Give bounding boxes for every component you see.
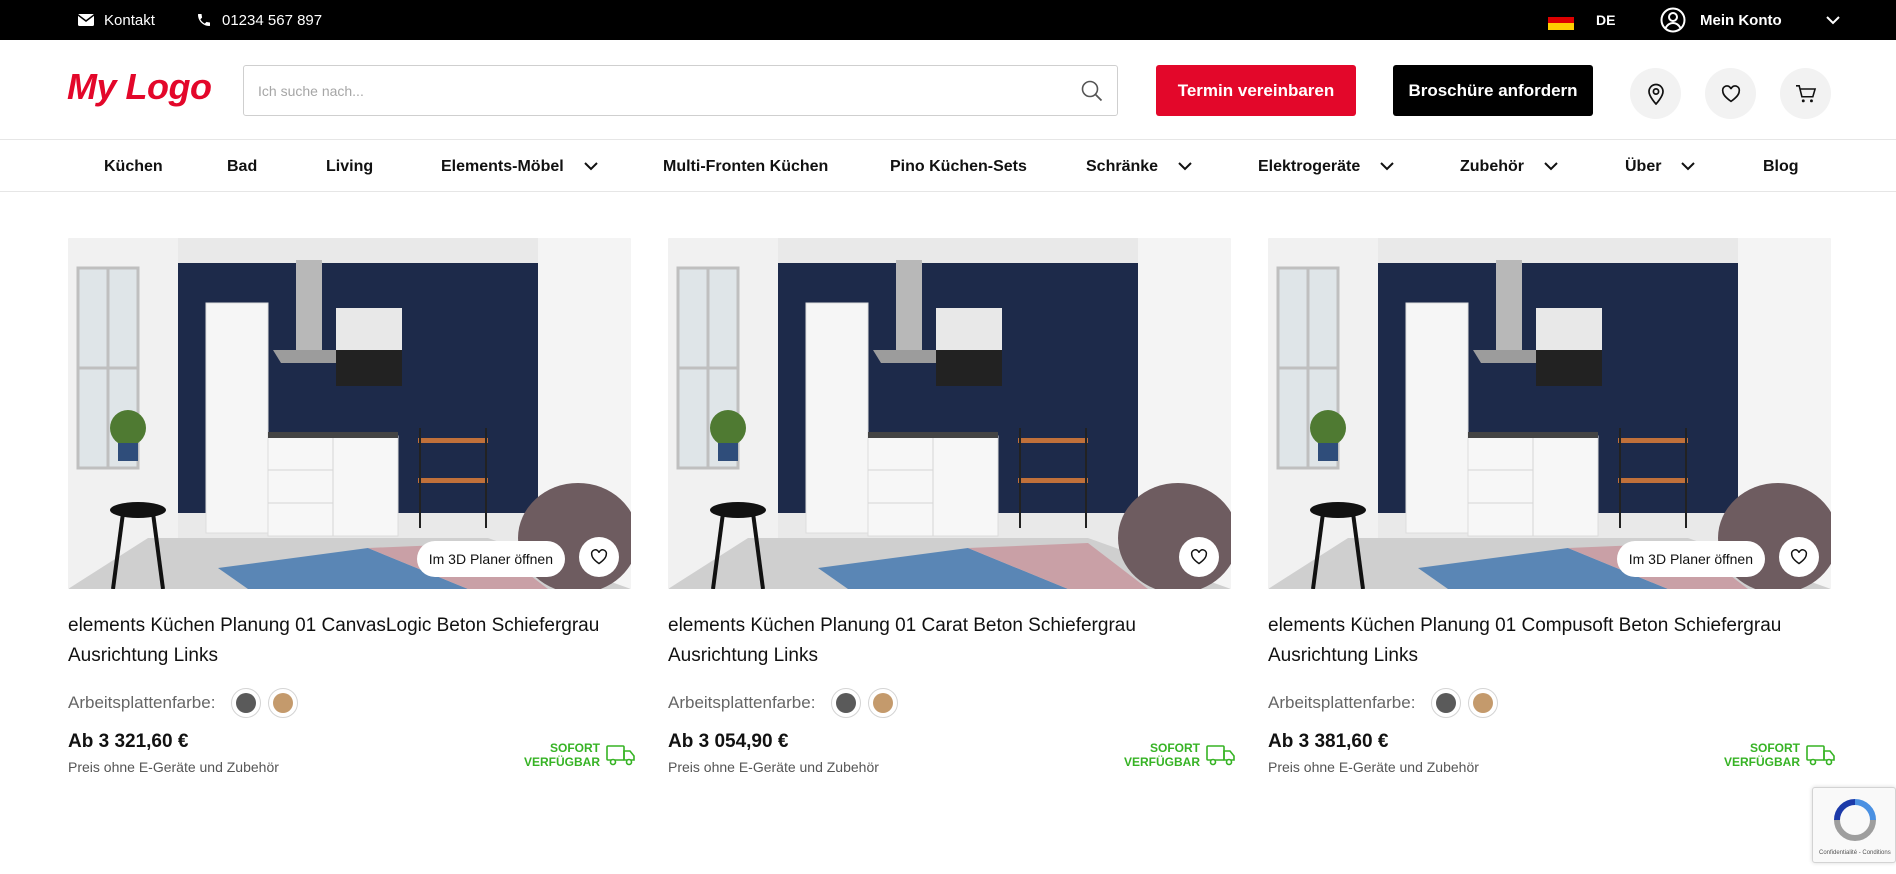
chevron-down-icon [1681,162,1696,171]
nav-item-zubehoer[interactable]: Zubehör [1460,141,1558,192]
nav-item-pino[interactable]: Pino Küchen-Sets [890,141,1027,192]
availability-line1: SOFORT [550,741,600,755]
availability-line1: SOFORT [1750,741,1800,755]
heart-icon [1190,549,1208,565]
phone-number: 01234 567 897 [222,11,323,29]
availability-badge: SOFORT VERFÜGBAR [1724,741,1836,769]
recaptcha-icon [1834,799,1876,841]
product-card[interactable]: elements Küchen Planung 01 Carat Beton S… [668,238,1235,775]
add-to-wishlist-button[interactable] [579,537,619,577]
phone-link[interactable]: 01234 567 897 [196,0,322,40]
main-navigation: Küchen Bad Living Elements-Möbel Multi-F… [0,141,1896,192]
wishlist-button[interactable] [1705,68,1756,119]
nav-item-elektrogeraete[interactable]: Elektrogeräte [1258,141,1394,192]
swatch-wood[interactable] [868,688,899,718]
search-input[interactable] [244,66,1067,115]
chevron-down-icon [583,162,598,171]
product-image[interactable]: Im 3D Planer öffnen [68,238,631,589]
swatch-label: Arbeitsplattenfarbe: [1268,693,1416,712]
chevron-down-icon [1544,162,1558,171]
swatch-dark[interactable] [231,688,262,718]
product-title[interactable]: elements Küchen Planung 01 CanvasLogic B… [68,611,631,671]
availability-line2: VERFÜGBAR [523,755,600,769]
store-locator-button[interactable] [1630,68,1681,119]
contact-link[interactable]: Kontakt [78,0,155,40]
availability-line1: SOFORT [1150,741,1200,755]
heart-icon [590,549,608,565]
add-to-wishlist-button[interactable] [1779,537,1819,577]
contact-label: Kontakt [104,11,155,29]
chevron-down-icon [1178,162,1192,171]
language-selector[interactable]: DE [1548,0,1615,40]
worktop-color-selector: Arbeitsplattenfarbe: [1268,687,1831,719]
nav-item-bad[interactable]: Bad [227,141,257,192]
nav-item-blog[interactable]: Blog [1763,141,1799,192]
open-3d-planner-button[interactable]: Im 3D Planer öffnen [416,541,565,577]
availability-badge: SOFORT VERFÜGBAR [524,741,636,769]
recaptcha-badge[interactable]: Confidentialité - Conditions [1812,787,1896,863]
user-circle-icon [1660,7,1686,33]
nav-item-elements-moebel[interactable]: Elements-Möbel [441,141,598,192]
mail-icon [78,14,94,26]
swatch-label: Arbeitsplattenfarbe: [668,693,816,712]
add-to-wishlist-button[interactable] [1179,537,1219,577]
availability-badge: SOFORT VERFÜGBAR [1124,741,1236,769]
recaptcha-text: Confidentialité - Conditions [1819,850,1891,856]
top-bar: Kontakt 01234 567 897 DE Mein Konto [0,0,1896,40]
availability-line2: VERFÜGBAR [1723,755,1800,769]
kitchen-photo [68,238,631,589]
open-3d-planner-button[interactable]: Im 3D Planer öffnen [1616,541,1765,577]
search-bar [243,65,1118,116]
header: My Logo Termin vereinbaren Broschüre anf… [0,40,1896,140]
swatch-label: Arbeitsplattenfarbe: [68,693,216,712]
cart-button[interactable] [1780,68,1831,119]
swatch-wood[interactable] [1468,688,1499,718]
product-card[interactable]: Im 3D Planer öffnen elements Küchen Plan… [1268,238,1835,775]
heart-icon [1721,84,1740,102]
brochure-button[interactable]: Broschüre anfordern [1393,65,1593,116]
availability-line2: VERFÜGBAR [1123,755,1200,769]
nav-item-living[interactable]: Living [326,141,373,192]
location-icon [1647,83,1664,105]
kitchen-photo [668,238,1231,589]
heart-icon [1790,549,1808,565]
worktop-color-selector: Arbeitsplattenfarbe: [68,687,631,719]
nav-item-schraenke[interactable]: Schränke [1086,141,1192,192]
account-label: Mein Konto [1700,11,1782,29]
delivery-truck-icon [606,745,635,766]
swatch-dark[interactable] [1431,688,1462,718]
cart-icon [1795,84,1816,102]
search-icon[interactable] [1067,66,1117,115]
worktop-color-selector: Arbeitsplattenfarbe: [668,687,1231,719]
chevron-down-icon [1825,15,1840,24]
nav-item-ueber[interactable]: Über [1625,141,1696,192]
logo[interactable]: My Logo [67,66,212,108]
appointment-button[interactable]: Termin vereinbaren [1156,65,1356,116]
product-card[interactable]: Im 3D Planer öffnen elements Küchen Plan… [68,238,635,775]
product-image[interactable]: Im 3D Planer öffnen [1268,238,1831,589]
account-menu[interactable]: Mein Konto [1660,0,1840,40]
product-image[interactable] [668,238,1231,589]
swatch-dark[interactable] [831,688,862,718]
delivery-truck-icon [1206,745,1235,766]
chevron-down-icon [1380,162,1394,171]
language-label: DE [1596,12,1616,28]
nav-item-kuechen[interactable]: Küchen [104,141,163,192]
product-title[interactable]: elements Küchen Planung 01 Carat Beton S… [668,611,1231,671]
kitchen-photo [1268,238,1831,589]
nav-item-multi-fronten[interactable]: Multi-Fronten Küchen [663,141,828,192]
swatch-wood[interactable] [268,688,299,718]
delivery-truck-icon [1806,745,1835,766]
flag-de-icon [1548,10,1574,31]
phone-icon [198,14,210,26]
product-title[interactable]: elements Küchen Planung 01 Compusoft Bet… [1268,611,1831,671]
